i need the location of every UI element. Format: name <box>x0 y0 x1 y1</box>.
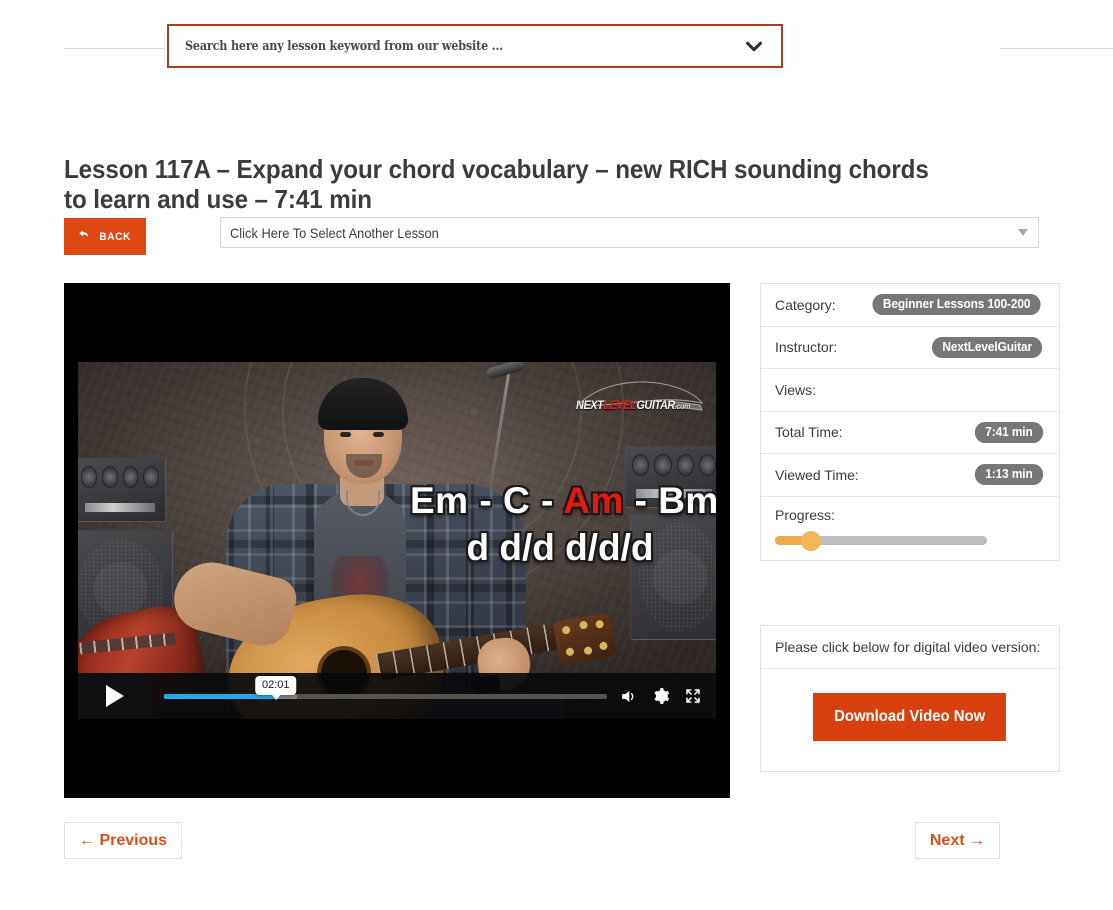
info-row-viewed-time: Viewed Time: 1:13 min <box>761 454 1059 497</box>
guitar-tuner <box>561 625 571 635</box>
speaker-cone <box>632 454 650 476</box>
watermark-next: NEXT <box>576 398 604 412</box>
time-tooltip: 02:01 <box>254 676 297 700</box>
search-header: Search here any lesson keyword from our … <box>0 24 1113 74</box>
info-row-views: Views: <box>761 369 1059 412</box>
chords-suffix: - Bm <box>623 480 716 521</box>
lesson-info-card: Category: Beginner Lessons 100-200 Instr… <box>760 283 1060 561</box>
lesson-select-value: Click Here To Select Another Lesson <box>230 224 439 241</box>
speaker-cone <box>654 454 672 476</box>
progress-slider-knob[interactable] <box>801 530 821 551</box>
info-label: Viewed Time: <box>775 466 859 483</box>
chords-prefix: Em - C - <box>410 480 564 521</box>
play-icon <box>106 685 124 707</box>
chords-highlight: Am <box>563 480 624 521</box>
scrubber-track[interactable] <box>164 693 607 699</box>
performer-eye-left <box>340 432 351 437</box>
speaker-cones <box>81 466 159 488</box>
search-placeholder: Search here any lesson keyword from our … <box>185 38 503 54</box>
speaker-cone <box>101 466 118 488</box>
player-control-icons <box>619 687 716 706</box>
header-rule-left <box>64 48 165 49</box>
back-button[interactable]: BACK <box>64 218 146 255</box>
download-video-button[interactable]: Download Video Now <box>813 693 1007 741</box>
watermark-level: LEVEL <box>603 398 637 412</box>
watermark-domain: .com <box>674 402 691 411</box>
lesson-select[interactable]: Click Here To Select Another Lesson <box>220 217 1039 248</box>
info-row-category: Category: Beginner Lessons 100-200 <box>761 284 1059 327</box>
download-body: Download Video Now <box>761 669 1059 771</box>
header-rule-right <box>1000 48 1113 49</box>
info-label: Instructor: <box>775 339 838 356</box>
gear-icon[interactable] <box>652 687 670 705</box>
scrubber[interactable]: 02:01 <box>152 673 619 719</box>
guitar-tuner <box>595 619 605 629</box>
speaker-cone <box>81 466 97 488</box>
download-card: Please click below for digital video ver… <box>760 625 1060 772</box>
nextlevelguitar-watermark: NEXTLEVELGUITAR.com <box>572 379 706 421</box>
guitar-tuner <box>583 646 593 656</box>
volume-icon[interactable] <box>619 687 638 706</box>
chevron-down-icon[interactable] <box>743 35 765 57</box>
speaker-cones <box>632 454 716 476</box>
speaker-cone <box>698 454 716 476</box>
category-badge: Beginner Lessons 100-200 <box>872 294 1041 316</box>
watermark-guitar: GUITAR <box>636 398 675 412</box>
next-button[interactable]: Next → <box>914 822 1000 859</box>
video-player[interactable]: NEXTLEVELGUITAR.com Em - C - Am - Bm d d… <box>64 283 730 798</box>
back-arrow-icon <box>77 227 91 246</box>
download-heading: Please click below for digital video ver… <box>761 626 1059 669</box>
speaker-cone <box>122 466 139 488</box>
guitar-tuner <box>565 647 575 657</box>
chord-overlay-text: Em - C - Am - Bm <box>410 480 716 521</box>
instructor-badge: NextLevelGuitar <box>931 336 1043 358</box>
guitar-tuner <box>598 641 609 651</box>
info-row-progress: Progress: <box>761 497 1059 560</box>
video-frame: NEXTLEVELGUITAR.com Em - C - Am - Bm d d… <box>78 362 716 719</box>
performer-mouth <box>354 460 374 466</box>
triangle-down-icon <box>1018 229 1028 236</box>
speaker-strip <box>85 503 155 512</box>
total-time-badge: 7:41 min <box>974 421 1044 443</box>
guitar-tuner <box>578 620 589 630</box>
previous-button[interactable]: ← Previous <box>64 822 183 859</box>
viewed-time-badge: 1:13 min <box>974 464 1044 486</box>
search-box[interactable]: Search here any lesson keyword from our … <box>167 24 783 68</box>
strumming-overlay-text: d d/d d/d/d <box>466 527 654 568</box>
info-row-total-time: Total Time: 7:41 min <box>761 412 1059 454</box>
performer-eye-right <box>373 432 384 437</box>
search-input[interactable]: Search here any lesson keyword from our … <box>185 39 743 54</box>
progress-slider[interactable] <box>775 530 1045 551</box>
back-button-label: BACK <box>99 230 132 243</box>
watermark-text: NEXTLEVELGUITAR.com <box>576 398 691 412</box>
info-label: Views: <box>775 381 816 398</box>
play-button[interactable] <box>78 673 152 719</box>
progress-label: Progress: <box>775 506 835 523</box>
speaker-cone <box>676 454 694 476</box>
fullscreen-icon[interactable] <box>684 687 702 705</box>
speaker-cone <box>143 466 159 488</box>
info-label: Category: <box>775 296 836 313</box>
info-label: Total Time: <box>775 424 843 441</box>
info-row-instructor: Instructor: NextLevelGuitar <box>761 327 1059 369</box>
lesson-page: Search here any lesson keyword from our … <box>0 0 1113 910</box>
player-controls: 02:01 <box>78 673 716 719</box>
page-title: Lesson 117A – Expand your chord vocabula… <box>64 154 929 215</box>
speaker-cabinet-left-top <box>78 458 166 522</box>
